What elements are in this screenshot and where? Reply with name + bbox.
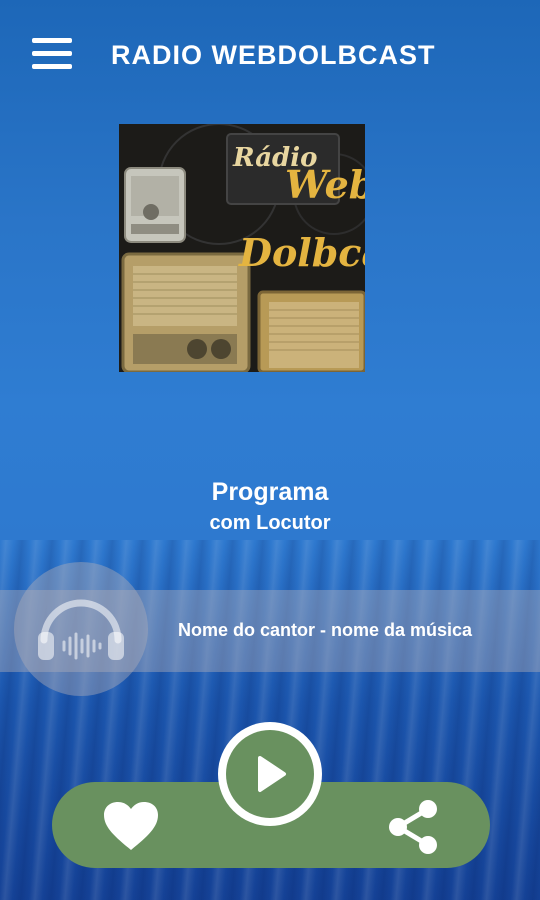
play-button[interactable]: [218, 722, 322, 826]
menu-button[interactable]: [32, 38, 72, 72]
app-title: RADIO WEBDOLBCAST: [111, 40, 436, 70]
hamburger-menu-icon: [32, 38, 72, 43]
cover-art: Rádio Web Dolbca: [119, 124, 365, 372]
share-icon: [389, 800, 437, 854]
program-host: com Locutor: [209, 512, 331, 534]
top-app-bar: RADIO WEBDOLBCAST: [0, 0, 540, 110]
like-button[interactable]: [102, 800, 160, 852]
cover-logo-text-3: Dolbca: [238, 230, 365, 275]
station-cover-image: Rádio Web Dolbca: [119, 124, 365, 372]
headphones-icon: [38, 599, 124, 660]
now-playing-avatar: [14, 562, 148, 696]
program-title: Programa: [211, 478, 329, 506]
share-button[interactable]: [386, 798, 442, 856]
play-icon: [258, 756, 286, 792]
heart-icon: [104, 802, 158, 850]
cover-logo-text-2: Web: [285, 162, 365, 207]
now-playing-text: Nome do cantor - nome da música: [178, 620, 473, 640]
